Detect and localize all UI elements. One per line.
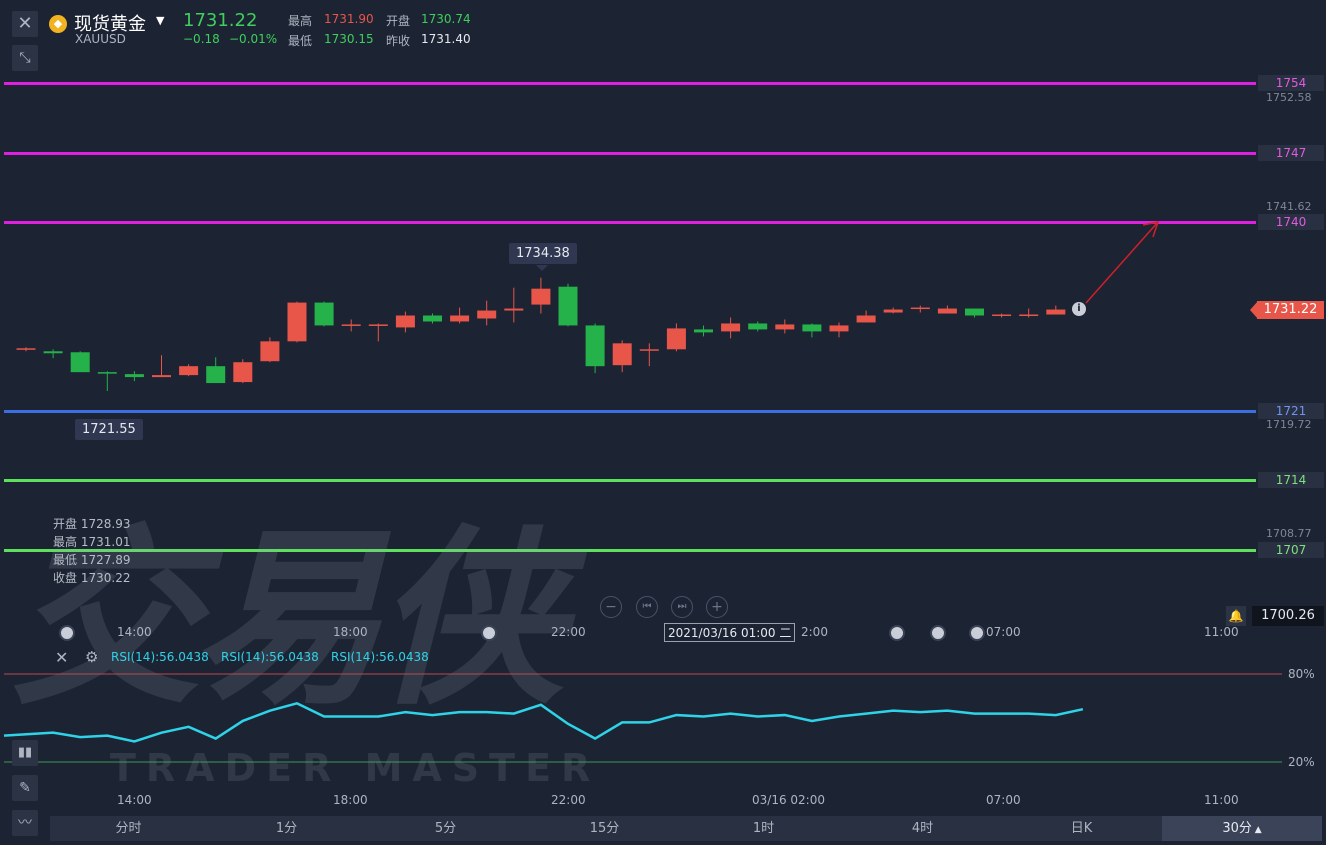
skip-end-icon[interactable]: ⏭ xyxy=(671,596,693,618)
x-label: 11:00 xyxy=(1204,625,1239,639)
candle-type-icon[interactable]: ▮▮ xyxy=(12,740,38,766)
prediction-arrow xyxy=(1085,221,1160,304)
high-tooltip: 1734.38 xyxy=(509,243,577,264)
indicator-icon[interactable]: 〰 xyxy=(12,810,38,836)
x-label: 14:00 xyxy=(117,625,152,639)
x-label: 18:00 xyxy=(333,625,368,639)
tab-4hour[interactable]: 4时 xyxy=(843,816,1002,841)
bell-icon[interactable]: 🔔 xyxy=(1226,606,1246,626)
event-marker-icon[interactable] xyxy=(930,625,946,641)
ohlc-close-label: 收盘 xyxy=(53,571,78,585)
x-label: 03/16 02:00 xyxy=(752,793,825,807)
x-label: 11:00 xyxy=(1204,793,1239,807)
zoom-in-icon[interactable]: + xyxy=(706,596,728,618)
skip-start-icon[interactable]: ⏮ xyxy=(636,596,658,618)
tab-30min-label: 30分 xyxy=(1222,821,1252,836)
tab-daily[interactable]: 日K xyxy=(1002,816,1161,841)
event-marker-icon[interactable] xyxy=(59,625,75,641)
tab-timeshare[interactable]: 分时 xyxy=(50,816,207,841)
ohlc-high-label: 最高 xyxy=(53,535,78,549)
rsi-lower-label: 20% xyxy=(1288,755,1315,769)
event-marker-icon[interactable] xyxy=(481,625,497,641)
bottom-price-tag: 1700.26 xyxy=(1252,606,1324,626)
event-marker-icon[interactable] xyxy=(969,625,985,641)
x-label: 22:00 xyxy=(551,793,586,807)
current-price-tag-label: 1731.22 xyxy=(1257,301,1324,319)
x-label: 07:00 xyxy=(986,793,1021,807)
crosshair-time-label: 2021/03/16 01:00 二 xyxy=(664,623,796,642)
tab-30min[interactable]: 30分 ▲ xyxy=(1162,816,1322,841)
rsi-line xyxy=(3,702,1084,743)
ohlc-high-value: 1731.01 xyxy=(80,535,131,549)
info-icon[interactable]: i xyxy=(1072,302,1086,316)
ohlc-panel: 开盘 1728.93 最高 1731.01 最低 1727.89 收盘 1730… xyxy=(53,515,130,587)
x-label: 22:00 xyxy=(551,625,586,639)
pencil-icon[interactable]: ✎ xyxy=(12,775,38,801)
tab-1min[interactable]: 1分 xyxy=(207,816,366,841)
x-label: 18:00 xyxy=(333,793,368,807)
zoom-out-icon[interactable]: − xyxy=(600,596,622,618)
tooltip-pointer xyxy=(536,265,548,271)
x-label: 14:00 xyxy=(117,793,152,807)
tab-5min[interactable]: 5分 xyxy=(366,816,525,841)
x-label: 07:00 xyxy=(986,625,1021,639)
low-tooltip: 1721.55 xyxy=(75,419,143,440)
ohlc-close-value: 1730.22 xyxy=(80,571,131,585)
tab-1hour[interactable]: 1时 xyxy=(684,816,843,841)
x-label: 2:00 xyxy=(801,625,828,639)
rsi-chart xyxy=(3,673,1282,763)
rsi-upper-label: 80% xyxy=(1288,667,1315,681)
ohlc-open-value: 1728.93 xyxy=(80,517,131,531)
ohlc-low-value: 1727.89 xyxy=(80,553,131,567)
ohlc-low-label: 最低 xyxy=(53,553,78,567)
caret-up-icon: ▲ xyxy=(1251,825,1262,835)
ohlc-open-label: 开盘 xyxy=(53,517,78,531)
tab-15min[interactable]: 15分 xyxy=(525,816,684,841)
event-marker-icon[interactable] xyxy=(889,625,905,641)
